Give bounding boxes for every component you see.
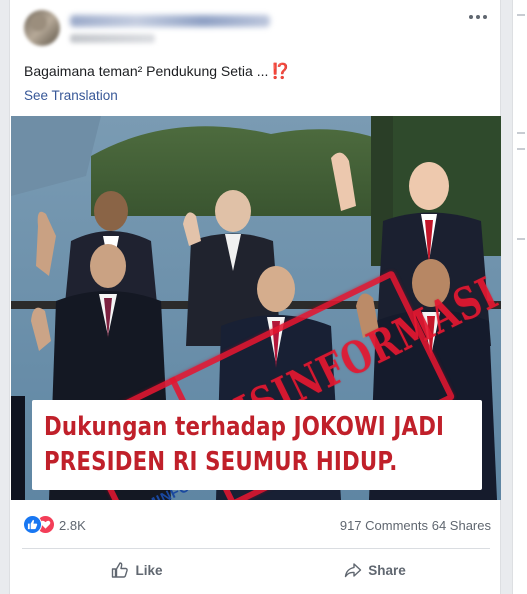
caption-line-2: PRESIDEN RI SEUMUR HIDUP. <box>44 447 398 477</box>
interrobang-emoji: ⁉️ <box>271 63 291 80</box>
like-reaction-icon <box>23 515 42 534</box>
sidebar-divider <box>517 148 525 150</box>
avatar[interactable] <box>24 10 60 46</box>
post-text: Bagaimana teman² Pendukung Setia ... ⁉️ <box>24 62 290 80</box>
shares-count[interactable]: 64 Shares <box>432 518 491 533</box>
facebook-post-card: Bagaimana teman² Pendukung Setia ... ⁉️ S… <box>9 0 501 594</box>
share-button[interactable]: Share <box>260 550 490 590</box>
post-stats: 2.8K 917 Comments 64 Shares <box>10 508 502 538</box>
right-sidebar-edge <box>512 0 527 594</box>
post-actions: Like Share <box>10 550 502 592</box>
post-text-body: Bagaimana teman² Pendukung Setia ... <box>24 63 269 79</box>
post-header <box>20 6 490 50</box>
image-caption-box: Dukungan terhadap JOKOWI JADI PRESIDEN R… <box>32 400 482 490</box>
like-button-label: Like <box>135 562 163 578</box>
sidebar-divider <box>517 238 525 240</box>
reaction-icons[interactable] <box>23 515 63 534</box>
share-arrow-icon <box>345 563 362 578</box>
post-timestamp-redacted[interactable] <box>70 34 155 43</box>
see-translation-link[interactable]: See Translation <box>24 88 118 103</box>
sidebar-divider <box>517 14 525 16</box>
like-button[interactable]: Like <box>22 550 252 590</box>
comments-count[interactable]: 917 Comments <box>340 518 428 533</box>
reaction-count[interactable]: 2.8K <box>59 518 86 533</box>
author-name-redacted[interactable] <box>70 15 270 27</box>
thumbs-up-icon <box>112 562 129 578</box>
caption-line-1: Dukungan terhadap JOKOWI JADI <box>44 412 445 442</box>
more-options-icon[interactable] <box>468 10 490 24</box>
post-image[interactable]: KOMINFO DISINFORMASI Dukungan terhadap J… <box>11 116 501 500</box>
share-button-label: Share <box>368 562 406 578</box>
divider <box>22 548 490 549</box>
sidebar-divider <box>517 132 525 134</box>
